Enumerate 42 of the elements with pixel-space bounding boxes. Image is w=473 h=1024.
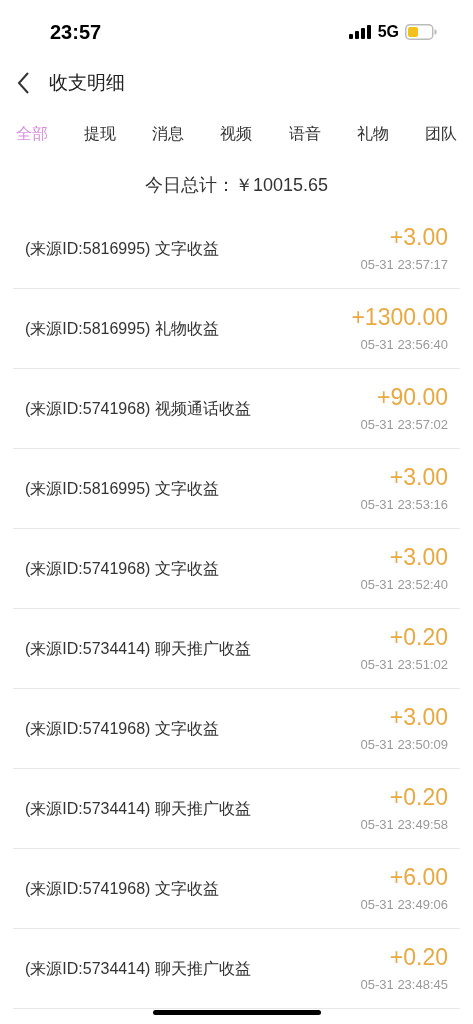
record-description: (来源ID:5741968) 视频通话收益 (25, 398, 251, 419)
record-amount: +3.00 (389, 542, 448, 571)
status-time: 23:57 (50, 20, 102, 45)
record-time: 05-31 23:48:45 (360, 975, 448, 994)
page-title: 收支明细 (49, 70, 125, 95)
record-time: 05-31 23:52:40 (360, 575, 448, 594)
record-amount: +0.20 (389, 782, 448, 811)
record-amount: +3.00 (389, 702, 448, 731)
record-description: (来源ID:5741968) 文字收益 (25, 718, 219, 739)
record-time: 05-31 23:56:40 (360, 335, 448, 354)
record-description: (来源ID:5816995) 文字收益 (25, 478, 219, 499)
record-time: 05-31 23:49:06 (360, 895, 448, 914)
record-amount: +0.20 (389, 942, 448, 971)
record-amount: +3.00 (389, 222, 448, 251)
record-description: (来源ID:5816995) 礼物收益 (25, 318, 219, 339)
filter-tab[interactable]: 提现 (84, 122, 117, 146)
battery-icon (405, 24, 437, 40)
record-amount: +3.00 (389, 462, 448, 491)
record-description: (来源ID:5741968) 文字收益 (25, 558, 219, 579)
record-description: (来源ID:5734414) 聊天推广收益 (25, 798, 251, 819)
record-amount: +90.00 (377, 382, 448, 411)
record-time: 05-31 23:53:16 (360, 495, 448, 514)
record-description: (来源ID:5741968) 文字收益 (25, 878, 219, 899)
record-description: (来源ID:5734414) 聊天推广收益 (25, 638, 251, 659)
record-amount: +0.20 (389, 622, 448, 651)
record-time: 05-31 23:57:17 (360, 255, 448, 274)
record-time: 05-31 23:57:02 (360, 415, 448, 434)
record-time: 05-31 23:51:02 (360, 655, 448, 674)
filter-tab[interactable]: 团队 (424, 122, 457, 146)
daily-total: 今日总计：￥10015.65 (144, 173, 329, 197)
record-amount: +6.00 (389, 862, 448, 891)
record-description: (来源ID:5734414) 聊天推广收益 (25, 958, 251, 979)
filter-tab[interactable]: 视频 (220, 122, 253, 146)
network-label: 5G (377, 22, 399, 42)
filter-tab[interactable]: 语音 (288, 122, 321, 146)
signal-icon (348, 25, 372, 39)
record-time: 05-31 23:50:09 (360, 735, 448, 754)
record-time: 05-31 23:49:58 (360, 815, 448, 834)
filter-tab[interactable]: 礼物 (356, 122, 389, 146)
record-amount: +1300.00 (351, 302, 448, 331)
filter-tab[interactable]: 消息 (152, 122, 185, 146)
record-description: (来源ID:5816995) 文字收益 (25, 238, 219, 259)
